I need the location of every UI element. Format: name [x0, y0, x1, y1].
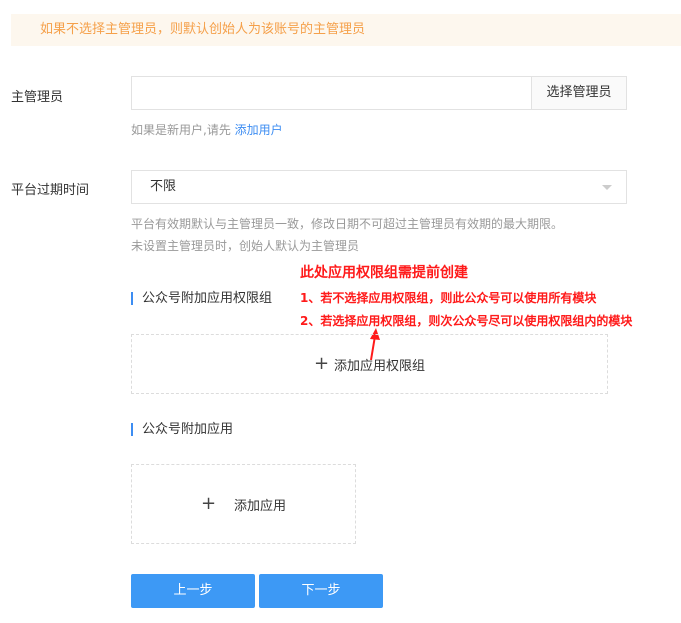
expiry-select[interactable]: 不限: [131, 170, 627, 204]
plus-icon: +: [200, 493, 217, 514]
expiry-label: 平台过期时间: [11, 183, 90, 198]
annotation-line-2: 2、若选择应用权限组，则次公众号尽可以使用权限组内的模块: [300, 314, 633, 328]
apps-section-title: 公众号附加应用: [131, 422, 233, 438]
expiry-hint-line1: 平台有效期默认与主管理员一致，修改日期不可超过主管理员有效期的最大期限。: [131, 217, 564, 231]
next-step-button[interactable]: 下一步: [259, 574, 383, 608]
permission-group-section-title: 公众号附加应用权限组: [131, 291, 272, 307]
main-admin-label: 主管理员: [11, 90, 64, 105]
expiry-hint-line2: 未设置主管理员时，创始人默认为主管理员: [131, 239, 360, 253]
new-user-hint-text: 如果是新用户,请先: [131, 123, 231, 137]
new-user-hint: 如果是新用户,请先 添加用户: [131, 119, 283, 141]
main-admin-input[interactable]: [132, 77, 531, 109]
prev-step-button[interactable]: 上一步: [131, 574, 255, 608]
add-app-label: 添加应用: [234, 498, 287, 514]
plus-icon: +: [313, 353, 330, 374]
main-admin-input-group: 选择管理员: [131, 76, 627, 110]
expiry-select-value: 不限: [150, 179, 177, 194]
annotation-line-1: 1、若不选择应用权限组，则此公众号可以使用所有模块: [300, 291, 597, 305]
add-permission-group-label: 添加应用权限组: [334, 358, 426, 374]
annotation-title: 此处应用权限组需提前创建: [300, 265, 468, 281]
chevron-down-icon: [602, 185, 612, 190]
select-admin-button[interactable]: 选择管理员: [531, 77, 626, 109]
add-permission-group-button[interactable]: + 添加应用权限组: [131, 334, 608, 394]
default-admin-notice: 如果不选择主管理员，则默认创始人为该账号的主管理员: [11, 14, 681, 46]
add-user-link[interactable]: 添加用户: [235, 123, 283, 137]
add-app-button[interactable]: + 添加应用: [131, 464, 356, 544]
